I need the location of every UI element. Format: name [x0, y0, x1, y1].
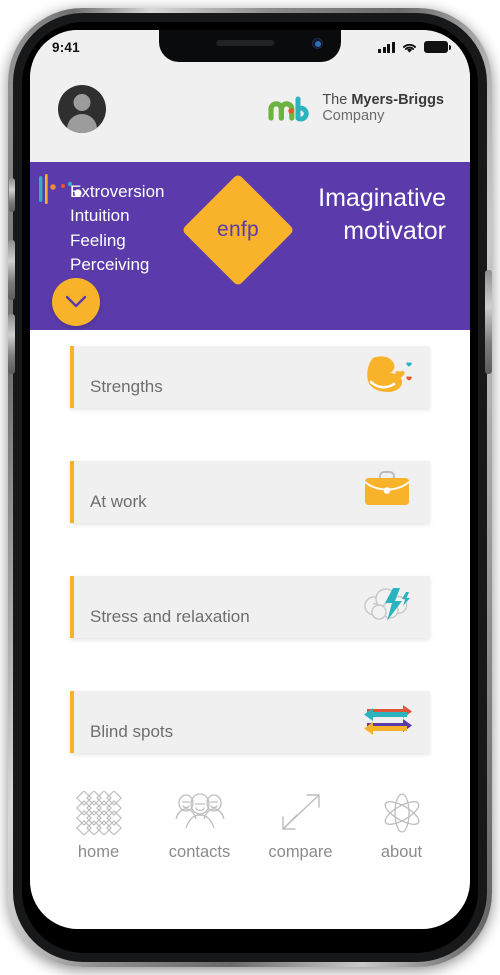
nav-label: home: [77, 843, 120, 861]
card-label: At work: [90, 492, 147, 511]
nav-label: compare: [268, 843, 333, 861]
decorative-marks-icon: [39, 174, 82, 204]
flexed-bicep-icon: [358, 350, 416, 398]
section-card-list: Strengths At work Stress and relaxation …: [30, 346, 470, 806]
device-notch: [159, 30, 341, 62]
expand-details-button[interactable]: [52, 278, 100, 326]
phone-screen: 9:41 The Myers-Briggs Company enfp Extro…: [30, 30, 470, 929]
nav-item-contacts[interactable]: contacts: [149, 789, 250, 862]
volume-up-button[interactable]: [8, 240, 15, 300]
nav-item-compare[interactable]: compare: [250, 789, 351, 862]
card-blind-spots[interactable]: Blind spots: [70, 691, 430, 753]
personality-type-code: enfp: [216, 218, 260, 241]
nav-label: contacts: [168, 843, 231, 861]
power-button[interactable]: [485, 270, 492, 374]
myers-briggs-mb-logo-icon: [268, 96, 310, 122]
card-stress-and-relaxation[interactable]: Stress and relaxation: [70, 576, 430, 638]
personality-title: Imaginative motivator: [318, 184, 446, 245]
briefcase-icon: [358, 465, 416, 513]
people-group-icon: [174, 789, 226, 837]
trait-item: Feeling: [70, 230, 126, 250]
four-arrows-icon: [358, 695, 416, 743]
wifi-icon: [402, 43, 417, 53]
brand-logo: The Myers-Briggs Company: [268, 93, 444, 124]
brand-line-2: Company: [322, 108, 385, 124]
atom-icon: [376, 789, 428, 837]
nav-label: about: [380, 843, 423, 861]
brand-line-1: The Myers-Briggs: [322, 92, 444, 109]
user-avatar-icon[interactable]: [58, 85, 106, 133]
lattice-grid-icon: [73, 789, 125, 837]
mute-switch-button[interactable]: [9, 178, 15, 212]
nav-item-about[interactable]: about: [351, 789, 452, 862]
volume-down-button[interactable]: [8, 314, 15, 374]
status-indicators: [378, 41, 451, 54]
cellular-signal-icon: [378, 41, 395, 53]
card-label: Strengths: [90, 377, 163, 396]
status-time: 9:41: [52, 39, 80, 55]
battery-icon: [424, 41, 451, 53]
diagonal-arrows-icon: [275, 789, 327, 837]
bottom-navigation-bar: home contacts compare about: [30, 781, 470, 887]
chevron-down-icon: [65, 295, 87, 308]
card-label: Stress and relaxation: [90, 607, 250, 626]
cloud-lightning-icon: [358, 580, 416, 628]
front-camera-icon: [312, 38, 323, 49]
card-at-work[interactable]: At work: [70, 461, 430, 523]
card-label: Blind spots: [90, 722, 174, 741]
card-strengths[interactable]: Strengths: [70, 346, 430, 408]
nav-item-home[interactable]: home: [48, 789, 149, 862]
earpiece-speaker: [216, 40, 275, 46]
app-header: The Myers-Briggs Company: [30, 64, 470, 162]
trait-item: Perceiving: [70, 254, 150, 274]
